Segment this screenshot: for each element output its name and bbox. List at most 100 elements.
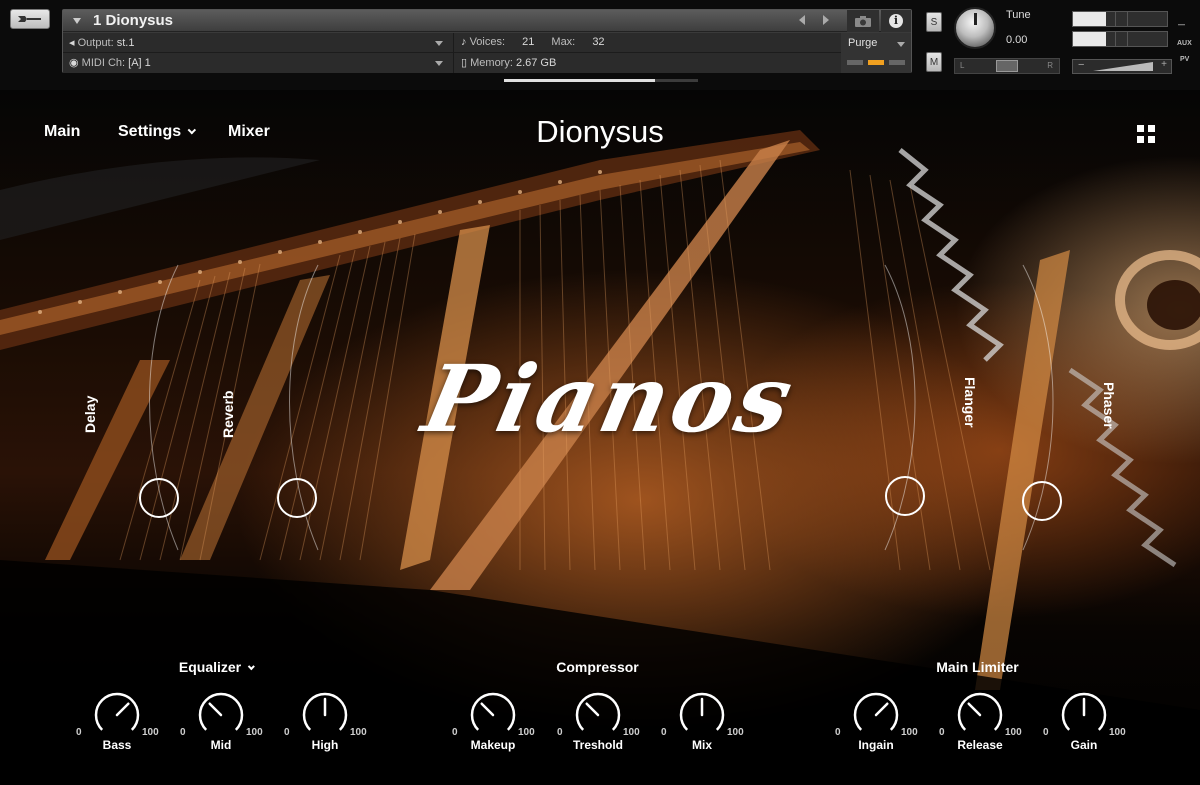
memory-display: ▯ Memory: 2.67 GB bbox=[461, 56, 556, 69]
output-dropdown-icon[interactable] bbox=[435, 41, 443, 46]
output-selector[interactable]: ◂ Output: st.1 bbox=[69, 36, 134, 49]
mute-button[interactable]: M bbox=[926, 52, 942, 72]
release-knob-group: 0 100 Release bbox=[935, 690, 1025, 760]
midi-memory-row: ◉ MIDI Ch: [A] 1 ▯ Memory: 2.67 GB bbox=[63, 53, 911, 73]
equalizer-title[interactable]: Equalizer bbox=[150, 659, 280, 675]
midi-channel-selector[interactable]: ◉ MIDI Ch: [A] 1 bbox=[69, 56, 151, 69]
treshold-label: Treshold bbox=[572, 738, 623, 752]
mix-knob-group: 0 100 Mix bbox=[657, 690, 747, 760]
instrument-title-row: 1 Dionysus i bbox=[63, 10, 911, 32]
knob-max-label: 100 bbox=[1005, 727, 1022, 738]
chevron-down-icon bbox=[247, 663, 255, 671]
phaser-label: Phaser bbox=[1101, 382, 1117, 429]
knob-max-label: 100 bbox=[727, 727, 744, 738]
makeup-label: Makeup bbox=[470, 738, 516, 752]
output-label: Output: bbox=[77, 37, 114, 49]
pan-handle[interactable] bbox=[996, 60, 1018, 72]
flanger-slider-handle[interactable] bbox=[885, 476, 925, 516]
previous-instrument-icon[interactable] bbox=[799, 15, 805, 25]
volume-ramp bbox=[1093, 62, 1153, 71]
next-instrument-icon[interactable] bbox=[823, 15, 829, 25]
equalizer-title-label: Equalizer bbox=[178, 659, 242, 675]
pan-left-label: L bbox=[960, 61, 965, 70]
wrench-icon[interactable] bbox=[10, 9, 50, 29]
max-label: Max: bbox=[551, 36, 576, 48]
bass-knob[interactable] bbox=[92, 690, 142, 740]
mix-knob[interactable] bbox=[677, 690, 727, 740]
midi-value: [A] 1 bbox=[128, 57, 151, 69]
phaser-slider-handle[interactable] bbox=[1022, 481, 1062, 521]
meter-tick bbox=[1127, 32, 1128, 46]
loading-progress-bar bbox=[504, 79, 698, 82]
status-led bbox=[847, 60, 863, 65]
meter-fill bbox=[1073, 32, 1106, 46]
knob-min-label: 0 bbox=[835, 727, 841, 738]
mid-knob[interactable] bbox=[196, 690, 246, 740]
purge-control[interactable]: Purge bbox=[841, 33, 911, 73]
knob-max-label: 100 bbox=[350, 727, 367, 738]
aux-button[interactable]: AUX bbox=[1177, 40, 1192, 47]
mid-knob-group: 0 100 Mid bbox=[176, 690, 266, 760]
status-led-active bbox=[868, 60, 884, 65]
info-icon[interactable]: i bbox=[881, 10, 911, 32]
purge-label: Purge bbox=[848, 37, 878, 49]
camera-icon[interactable] bbox=[847, 10, 879, 32]
chevron-down-icon[interactable] bbox=[73, 18, 81, 24]
tune-label: Tune bbox=[1006, 9, 1031, 21]
ingain-knob-group: 0 100 Ingain bbox=[831, 690, 921, 760]
gain-knob-group: 0 100 Gain bbox=[1039, 690, 1129, 760]
purge-dropdown-icon[interactable] bbox=[897, 42, 905, 47]
knob-min-label: 0 bbox=[1043, 727, 1049, 738]
reverb-slider-handle[interactable] bbox=[277, 478, 317, 518]
knob-max-label: 100 bbox=[518, 727, 535, 738]
midi-icon: ◉ bbox=[69, 57, 79, 69]
knob-max-label: 100 bbox=[142, 727, 159, 738]
knob-min-label: 0 bbox=[452, 727, 458, 738]
volume-slider[interactable]: − + bbox=[1072, 59, 1172, 74]
mix-label: Mix bbox=[691, 738, 712, 752]
loading-progress-fill bbox=[504, 79, 656, 82]
divider bbox=[453, 33, 454, 53]
divider bbox=[453, 53, 454, 73]
mid-label: Mid bbox=[210, 738, 232, 752]
output-icon: ◂ bbox=[69, 37, 75, 49]
voices-value: 21 bbox=[522, 36, 535, 48]
memory-value: 2.67 GB bbox=[515, 57, 557, 69]
pv-button[interactable]: PV bbox=[1180, 56, 1189, 63]
gain-label: Gain bbox=[1070, 738, 1098, 752]
level-meter-right bbox=[1072, 31, 1168, 47]
high-knob[interactable] bbox=[300, 690, 350, 740]
knob-min-label: 0 bbox=[939, 727, 945, 738]
release-knob[interactable] bbox=[955, 690, 1005, 740]
high-label: High bbox=[311, 738, 339, 752]
high-knob-group: 0 100 High bbox=[280, 690, 370, 760]
meter-tick bbox=[1115, 32, 1116, 46]
tune-knob[interactable] bbox=[954, 7, 996, 49]
knob-min-label: 0 bbox=[180, 727, 186, 738]
minimize-icon[interactable]: — bbox=[1178, 22, 1185, 29]
flanger-label: Flanger bbox=[962, 377, 978, 428]
main-limiter-title: Main Limiter bbox=[936, 659, 1019, 675]
treshold-knob[interactable] bbox=[573, 690, 623, 740]
ingain-knob[interactable] bbox=[851, 690, 901, 740]
memory-icon: ▯ bbox=[461, 57, 468, 69]
fx-slider-tracks bbox=[149, 264, 1054, 551]
makeup-knob[interactable] bbox=[468, 690, 518, 740]
knob-min-label: 0 bbox=[557, 727, 563, 738]
meter-tick bbox=[1115, 12, 1116, 26]
midi-dropdown-icon[interactable] bbox=[435, 61, 443, 66]
reverb-label: Reverb bbox=[220, 390, 236, 438]
knob-max-label: 100 bbox=[623, 727, 640, 738]
pan-right-label: R bbox=[1047, 61, 1053, 70]
knob-min-label: 0 bbox=[661, 727, 667, 738]
solo-button[interactable]: S bbox=[926, 12, 942, 32]
midi-label: MIDI Ch: bbox=[81, 57, 126, 69]
delay-label: Delay bbox=[82, 395, 98, 433]
max-voices-value[interactable]: 32 bbox=[592, 36, 604, 48]
output-voices-row: ◂ Output: st.1 ♪ Voices: 21 Max: 32 bbox=[63, 33, 911, 53]
pan-slider[interactable]: L R bbox=[954, 58, 1060, 74]
gain-knob[interactable] bbox=[1059, 690, 1109, 740]
instrument-title[interactable]: 1 Dionysus bbox=[93, 12, 173, 29]
delay-slider-handle[interactable] bbox=[139, 478, 179, 518]
treshold-knob-group: 0 100 Treshold bbox=[553, 690, 643, 760]
